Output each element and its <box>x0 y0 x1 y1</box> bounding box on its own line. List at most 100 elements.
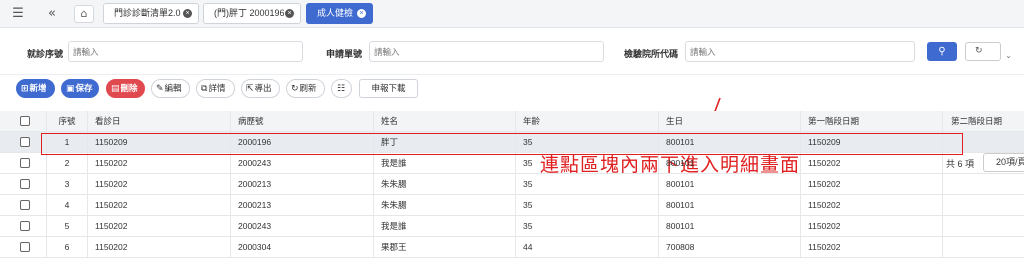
cell-stage1-date: 1150202 <box>800 195 942 216</box>
edit-button[interactable]: ✎編輯 <box>151 79 190 98</box>
cell-name: 果郡王 <box>373 237 515 258</box>
pencil-icon: ✎ <box>156 84 164 94</box>
search-form: 就診序號 申請單號 檢驗院所代碼 ⚲ ↻⌄ <box>0 36 1024 68</box>
table-row[interactable]: 1 1150209 2000196 胖丁 35 800101 1150209 <box>0 132 1024 153</box>
cell-stage1-date: 1150209 <box>800 132 942 153</box>
home-icon[interactable]: ⌂ <box>74 5 94 23</box>
add-button[interactable]: ⊞新增 <box>16 79 55 98</box>
refresh-button[interactable]: ↻刷新 <box>286 79 325 98</box>
add-label: 新增 <box>29 83 47 93</box>
cell-seq: 2 <box>46 153 87 174</box>
refresh-label: 刷新 <box>299 83 317 93</box>
export-button[interactable]: ⇱導出 <box>241 79 280 98</box>
row-checkbox[interactable] <box>20 221 30 231</box>
chevron-down-icon[interactable]: ⌄ <box>1005 47 1012 64</box>
cell-stage1-date: 1150202 <box>800 237 942 258</box>
tab-outpatient-diagnosis[interactable]: 門診診斷清單2.0 × <box>103 3 199 24</box>
cell-chart-no: 2000213 <box>230 195 373 216</box>
cell-stage2-date <box>942 132 1024 153</box>
row-checkbox[interactable] <box>20 158 30 168</box>
cell-age: 35 <box>515 216 658 237</box>
declaration-download-label: 申報下載 <box>371 83 406 93</box>
row-checkbox-cell <box>0 132 46 153</box>
declaration-download-button[interactable]: 申報下載 <box>359 79 418 98</box>
save-icon: ▣ <box>66 84 75 94</box>
row-checkbox[interactable] <box>20 200 30 210</box>
cell-stage2-date <box>942 237 1024 258</box>
cell-name: 胖丁 <box>373 132 515 153</box>
cell-seq: 4 <box>46 195 87 216</box>
cell-visit-date: 1150202 <box>87 153 230 174</box>
row-checkbox[interactable] <box>20 137 30 147</box>
cell-visit-date: 1150202 <box>87 216 230 237</box>
detail-icon: ⧉ <box>201 84 208 94</box>
cell-stage2-date <box>942 195 1024 216</box>
header-birthday[interactable]: 生日 <box>658 111 800 132</box>
column-settings-button[interactable]: ☷ <box>331 79 352 98</box>
header-visit-date[interactable]: 看診日 <box>87 111 230 132</box>
cell-age: 35 <box>515 195 658 216</box>
detail-label: 詳情 <box>208 83 226 93</box>
header-stage2-date[interactable]: 第二階段日期 <box>942 111 1024 132</box>
header-seq[interactable]: 序號 <box>46 111 87 132</box>
cell-birthday: 700808 <box>658 237 800 258</box>
delete-button[interactable]: ▤刪除 <box>106 79 145 98</box>
lab-code-input[interactable] <box>685 41 915 62</box>
cell-age: 35 <box>515 132 658 153</box>
cell-visit-date: 1150202 <box>87 237 230 258</box>
export-icon: ⇱ <box>246 84 254 94</box>
tab-label: (門)胖丁 2000196 <box>214 8 285 18</box>
cell-name: 我是誰 <box>373 216 515 237</box>
double-chevron-left-icon[interactable]: « <box>44 6 60 22</box>
search-button[interactable]: ⚲ <box>927 42 957 61</box>
refresh-icon: ↻ <box>291 84 299 94</box>
header-checkbox-cell <box>0 111 46 132</box>
table-row[interactable]: 4 1150202 2000213 朱朱腸 35 800101 1150202 <box>0 195 1024 216</box>
cell-seq: 1 <box>46 132 87 153</box>
table-row[interactable]: 6 1150202 2000304 果郡王 44 700808 1150202 <box>0 237 1024 258</box>
header-age[interactable]: 年齡 <box>515 111 658 132</box>
table-row[interactable]: 2 1150202 2000243 我是誰 35 800101 1150202 <box>0 153 1024 174</box>
application-no-input[interactable] <box>369 41 604 62</box>
close-icon[interactable]: × <box>183 9 192 18</box>
row-checkbox[interactable] <box>20 242 30 252</box>
close-icon[interactable]: × <box>357 9 366 18</box>
tab-adult-checkup[interactable]: 成人健檢 × <box>306 3 373 24</box>
table-header: 序號 看診日 病歷號 姓名 年齡 生日 第一階段日期 第二階段日期 <box>0 111 1024 132</box>
row-checkbox[interactable] <box>20 179 30 189</box>
cell-seq: 6 <box>46 237 87 258</box>
cell-chart-no: 2000213 <box>230 174 373 195</box>
search-icon: ⚲ <box>938 46 946 57</box>
close-icon[interactable]: × <box>285 9 294 18</box>
visit-no-label: 就診序號 <box>27 49 64 59</box>
cell-visit-date: 1150202 <box>87 174 230 195</box>
column-settings-icon: ☷ <box>336 84 346 94</box>
toolbar: ⊞新增 ▣保存 ▤刪除 ✎編輯 ⧉詳情 ⇱導出 ↻刷新 ☷ 申報下載 連點區塊內… <box>0 74 1024 176</box>
cell-birthday: 800101 <box>658 195 800 216</box>
cell-chart-no: 2000196 <box>230 132 373 153</box>
select-all-checkbox[interactable] <box>20 116 30 126</box>
hamburger-icon[interactable]: ☰ <box>10 6 26 22</box>
cell-stage1-date: 1150202 <box>800 216 942 237</box>
detail-button[interactable]: ⧉詳情 <box>196 79 235 98</box>
tab-label: 成人健檢 <box>317 8 354 18</box>
header-name[interactable]: 姓名 <box>373 111 515 132</box>
row-checkbox-cell <box>0 237 46 258</box>
reset-button[interactable]: ↻ ⌄ <box>965 42 1012 61</box>
cell-stage1-date: 1150202 <box>800 153 942 174</box>
trash-icon: ▤ <box>111 84 120 94</box>
delete-label: 刪除 <box>120 83 138 93</box>
visit-no-input[interactable] <box>68 41 303 62</box>
table-row[interactable]: 3 1150202 2000213 朱朱腸 35 800101 1150202 <box>0 174 1024 195</box>
save-button[interactable]: ▣保存 <box>61 79 99 98</box>
table-row[interactable]: 5 1150202 2000243 我是誰 35 800101 1150202 <box>0 216 1024 237</box>
cell-birthday: 800101 <box>658 153 800 174</box>
cell-chart-no: 2000243 <box>230 153 373 174</box>
cell-age: 35 <box>515 174 658 195</box>
row-checkbox-cell <box>0 216 46 237</box>
header-stage1-date[interactable]: 第一階段日期 <box>800 111 942 132</box>
tab-patient-record[interactable]: (門)胖丁 2000196 × <box>203 3 301 24</box>
row-checkbox-cell <box>0 153 46 174</box>
row-checkbox-cell <box>0 195 46 216</box>
header-chart-no[interactable]: 病歷號 <box>230 111 373 132</box>
